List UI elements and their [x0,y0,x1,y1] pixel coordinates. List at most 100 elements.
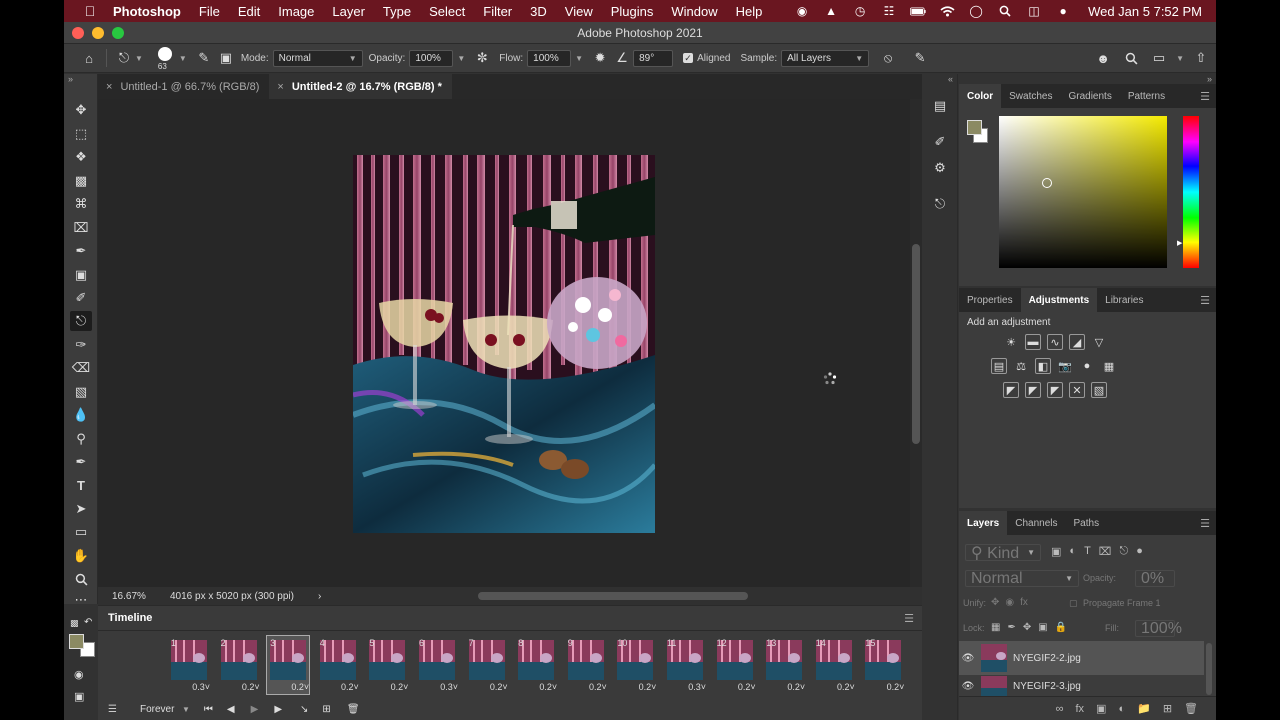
color-field[interactable] [999,116,1167,268]
time-machine-icon[interactable]: ◷ [852,4,868,18]
swap-colors-icon[interactable]: ↶ [84,617,92,628]
visibility-eye-icon[interactable]: 👁 [959,681,977,692]
frame-delay-select[interactable]: 0.2˅ [539,682,557,692]
horizontal-scroll-thumb[interactable] [478,592,748,600]
share-icon[interactable]: ⇧ [1190,48,1212,68]
frame-delay-select[interactable]: 0.3˅ [688,682,706,692]
timeline-frame[interactable]: 15 0.2˅ [862,636,904,694]
delete-layer-icon[interactable]: 🗑 [1184,702,1198,715]
eyedropper-tool-icon[interactable]: ✒ [70,241,92,261]
path-selection-tool-icon[interactable]: ➤ [70,499,92,519]
frame-delay-select[interactable]: 0.2˅ [391,682,409,692]
new-group-icon[interactable]: 📁 [1137,702,1151,715]
color-picker-handle[interactable] [1042,178,1052,188]
timeline-frame[interactable]: 9 0.2˅ [565,636,607,694]
link-layers-icon[interactable]: ∞ [1056,703,1064,715]
tab-color[interactable]: Color [959,84,1002,108]
status-arrow-icon[interactable]: › [318,591,321,602]
propagate-checkbox[interactable]: ▢ [1069,598,1078,609]
clone-source-panel-icon[interactable]: ⎋ [930,194,950,214]
filter-toggle-icon[interactable]: ● [1136,545,1143,558]
crop-tool-icon[interactable]: ⌘ [70,194,92,214]
panel-menu-icon[interactable]: ☰ [904,612,914,625]
tab-patterns[interactable]: Patterns [1120,84,1173,108]
lock-artboard-icon[interactable]: ▣ [1038,622,1047,633]
chevron-down-icon[interactable]: ▼ [179,54,187,63]
layer-row[interactable]: 👁 NYEGIF2-2.jpg [959,641,1204,675]
blend-mode-select[interactable]: Normal ▼ [965,570,1079,587]
lock-transparent-icon[interactable]: ▦ [991,622,1000,633]
frame-delay-select[interactable]: 0.2˅ [887,682,905,692]
new-layer-icon[interactable]: ⊞ [1163,702,1172,715]
tab-properties[interactable]: Properties [959,288,1021,312]
tab-paths[interactable]: Paths [1066,511,1108,535]
flow-input[interactable]: 100% [527,49,572,67]
frame-delay-select[interactable]: 0.2˅ [589,682,607,692]
delete-frame-icon[interactable]: 🗑 [347,704,360,715]
black-white-icon[interactable]: ◧ [1035,358,1051,374]
levels-icon[interactable]: ▬ [1025,334,1041,350]
menu-select[interactable]: Select [420,4,474,19]
ignore-adjustment-layers-icon[interactable]: ⦸ [877,48,899,68]
timeline-title[interactable]: Timeline [108,612,152,624]
foreground-color-swatch[interactable] [967,120,982,135]
first-frame-icon[interactable]: ⏮ [204,704,213,715]
share-users-icon[interactable]: ☻ [1092,48,1114,68]
move-tool-icon[interactable]: ✥ [70,100,92,120]
user-icon[interactable]: ◯ [968,4,984,18]
angle-input[interactable]: 89° [633,49,674,67]
tab-layers[interactable]: Layers [959,511,1008,535]
menu-app-name[interactable]: Photoshop [104,4,190,19]
history-brush-tool-icon[interactable]: ✑ [70,335,92,355]
frame-delay-select[interactable]: 0.2˅ [341,682,359,692]
lock-all-icon[interactable]: 🔒 [1055,622,1067,633]
selective-color-icon[interactable]: ✕ [1069,382,1085,398]
frame-delay-select[interactable]: 0.2˅ [490,682,508,692]
dodge-tool-icon[interactable]: ⚲ [70,429,92,449]
filter-type-icon[interactable]: T [1084,545,1091,558]
menu-filter[interactable]: Filter [474,4,521,19]
frame-delay-select[interactable]: 0.3˅ [440,682,458,692]
tab-adjustments[interactable]: Adjustments [1020,288,1098,312]
layer-name[interactable]: NYEGIF2-3.jpg [1013,681,1081,692]
brush-settings-panel-icon[interactable]: ⚙ [930,158,950,178]
flame-icon[interactable]: ▲ [823,4,839,18]
timeline-frame[interactable]: 11 0.3˅ [664,636,706,694]
collapse-panel-icon[interactable]: « [948,74,953,84]
document-canvas[interactable] [353,155,655,533]
clone-stamp-tool-icon[interactable]: ⎋ [70,311,92,331]
menu-help[interactable]: Help [727,4,772,19]
frame-delay-select[interactable]: 0.2˅ [787,682,805,692]
filter-shape-icon[interactable]: ⌧ [1099,545,1112,558]
next-frame-icon[interactable]: ▶ [274,704,282,715]
canvas-area[interactable] [98,99,922,587]
menu-file[interactable]: File [190,4,229,19]
duplicate-frame-icon[interactable]: ⊞ [322,704,330,715]
sample-select[interactable]: All Layers ▼ [781,49,870,67]
new-adjustment-icon[interactable]: ◐ [1118,703,1125,715]
tab-libraries[interactable]: Libraries [1097,288,1151,312]
clone-stamp-preset-icon[interactable]: ⎋ [113,48,135,68]
timeline-frame[interactable]: 13 0.2˅ [763,636,805,694]
filter-adjustment-icon[interactable]: ◐ [1069,545,1076,558]
photo-filter-icon[interactable]: 📷 [1057,358,1073,374]
menu-layer[interactable]: Layer [323,4,374,19]
healing-brush-tool-icon[interactable]: ▣ [70,265,92,285]
fill-input[interactable]: 100% [1135,620,1182,637]
exposure-icon[interactable]: ◢ [1069,334,1085,350]
pressure-size-icon[interactable]: ✎ [909,48,931,68]
unify-visibility-icon[interactable]: ◉ [1005,597,1014,608]
home-icon[interactable]: ⌂ [78,48,100,68]
timeline-frame[interactable]: 1 0.3˅ [168,636,210,694]
siri-icon[interactable]: ● [1055,4,1071,18]
panel-menu-icon[interactable]: ☰ [1200,90,1210,103]
blur-tool-icon[interactable]: 💧 [70,405,92,425]
layer-opacity-input[interactable]: 0% [1135,570,1175,587]
opacity-input[interactable]: 100% [409,49,454,67]
airbrush-icon[interactable]: ✹ [589,48,611,68]
menu-image[interactable]: Image [269,4,323,19]
close-icon[interactable]: × [277,81,283,93]
lasso-tool-icon[interactable]: ❖ [70,147,92,167]
timeline-frame[interactable]: 5 0.2˅ [366,636,408,694]
spotlight-search-icon[interactable] [997,4,1013,18]
